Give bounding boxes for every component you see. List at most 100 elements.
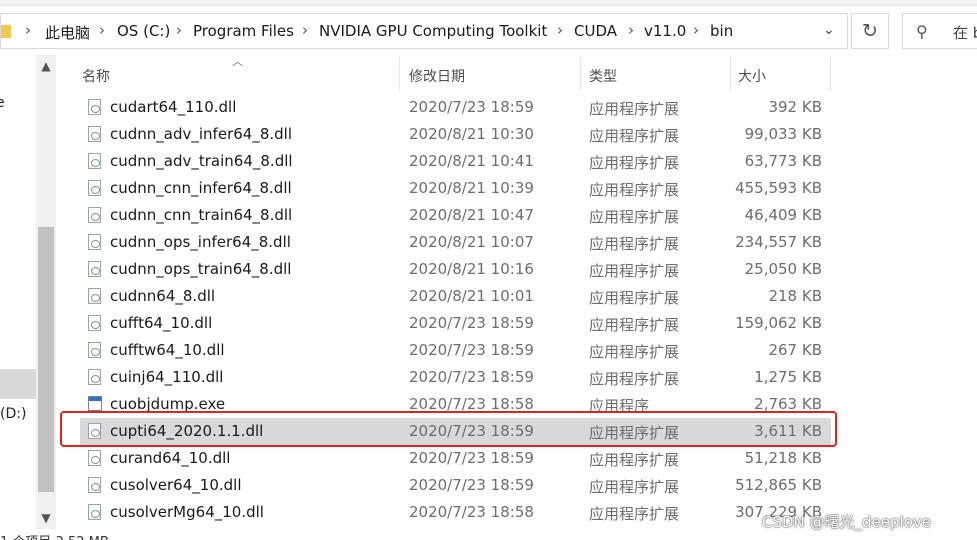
file-type: 应用程序扩展 [589,208,680,226]
file-row[interactable]: cudnn_cnn_train64_8.dll 2020/8/21 10:47 应用… [80,202,831,229]
nav-item-drive-d[interactable]: (D:) [0,406,26,422]
file-name: cufftw64_10.dll [110,341,225,359]
nav-item-selected[interactable] [0,369,36,399]
file-row[interactable]: cuinj64_110.dll 2020/7/23 18:59 应用程序扩展 1,27… [80,364,831,391]
nav-item-partial[interactable]: e [0,95,5,111]
file-date: 2020/8/21 10:07 [409,233,534,251]
file-row[interactable]: cudnn_adv_train64_8.dll 2020/8/21 10:41 应用… [80,148,831,175]
file-size: 25,050 KB [744,260,822,278]
file-size: 218 KB [768,287,822,305]
column-label: 大小 [738,69,766,85]
file-row[interactable]: cudnn64_8.dll 2020/8/21 10:01 应用程序扩展 218 KB [80,283,831,310]
breadcrumb-v11[interactable]: v11.0 [644,22,686,40]
file-name: cudnn_cnn_train64_8.dll [110,206,293,224]
column-header-type[interactable]: 类型 [581,57,731,91]
file-name: curand64_10.dll [110,449,231,467]
file-type: 应用程序扩展 [589,343,680,361]
dll-file-icon [88,180,101,196]
file-type: 应用程序扩展 [589,289,680,307]
file-row[interactable]: cusolverMg64_10.dll 2020/7/23 18:58 应用程序扩展… [80,499,831,526]
file-row[interactable]: curand64_10.dll 2020/7/23 18:59 应用程序扩展 51,2… [80,445,831,472]
chevron-right-icon[interactable]: › [176,21,182,39]
file-type: 应用程序扩展 [589,181,680,199]
chevron-right-icon[interactable]: › [25,21,31,39]
file-type: 应用程序扩展 [589,505,680,523]
file-name: cudart64_110.dll [110,98,237,116]
file-date: 2020/8/21 10:16 [409,260,534,278]
dll-file-icon [88,504,101,520]
file-size: 1,275 KB [754,368,822,386]
file-size: 455,593 KB [735,179,822,197]
dll-file-icon [88,477,101,493]
file-row[interactable]: cufftw64_10.dll 2020/7/23 18:59 应用程序扩展 267 … [80,337,831,364]
folder-icon [1,25,11,38]
breadcrumb-program-files[interactable]: Program Files [193,22,294,40]
file-name: cudnn_cnn_infer64_8.dll [110,179,292,197]
chevron-down-icon[interactable]: ⌄ [823,22,835,38]
breadcrumb-this-pc[interactable]: 此电脑 [45,22,90,43]
file-type: 应用程序扩展 [589,316,680,334]
chevron-right-icon[interactable]: › [557,21,563,39]
column-label: 类型 [589,69,617,85]
file-date: 2020/8/21 10:30 [409,125,534,143]
chevron-right-icon[interactable]: › [693,21,699,39]
file-date: 2020/7/23 18:58 [409,503,534,521]
file-row[interactable]: cufft64_10.dll 2020/7/23 18:59 应用程序扩展 159,0… [80,310,831,337]
watermark: CSDN @曙光_deeplove [762,513,931,531]
navigation-pane[interactable]: e (D:) [0,55,36,540]
nav-scrollbar[interactable]: ▲ ▼ [36,55,56,529]
chevron-right-icon[interactable]: › [99,21,105,39]
file-row[interactable]: cudnn_cnn_infer64_8.dll 2020/8/21 10:39 应用… [80,175,831,202]
column-header-date[interactable]: 修改日期 [400,57,581,91]
file-name: cufft64_10.dll [110,314,213,332]
file-type: 应用程序扩展 [589,127,680,145]
file-row[interactable]: cusolver64_10.dll 2020/7/23 18:59 应用程序扩展 51… [80,472,831,499]
dll-file-icon [88,450,101,466]
file-size: 267 KB [768,341,822,359]
dll-file-icon [88,288,101,304]
file-date: 2020/8/21 10:01 [409,287,534,305]
refresh-button[interactable]: ↻ [851,13,889,49]
column-header-name[interactable]: 名称 [82,57,400,91]
chevron-right-icon[interactable]: › [628,21,634,39]
scroll-down-icon[interactable]: ▼ [36,511,56,525]
breadcrumb-cuda[interactable]: CUDA [574,22,617,40]
file-row[interactable]: cudnn_ops_train64_8.dll 2020/8/21 10:16 应用… [80,256,831,283]
search-icon: ⚲ [916,22,928,41]
search-placeholder: 在 bi [953,24,977,42]
breadcrumb-os-c[interactable]: OS (C:) [117,22,170,40]
file-name: cudnn_ops_train64_8.dll [110,260,292,278]
file-name: cudnn_ops_infer64_8.dll [110,233,291,251]
refresh-icon: ↻ [862,20,878,42]
file-type: 应用程序扩展 [589,262,680,280]
scroll-up-icon[interactable]: ▲ [36,59,56,73]
file-type: 应用程序扩展 [589,235,680,253]
file-date: 2020/7/23 18:59 [409,98,534,116]
file-date: 2020/7/23 18:59 [409,341,534,359]
file-name: cuinj64_110.dll [110,368,224,386]
chevron-right-icon[interactable]: › [302,21,308,39]
breadcrumb-bin[interactable]: bin [710,22,733,40]
dll-file-icon [88,315,101,331]
search-input[interactable]: ⚲ 在 bi [902,13,977,49]
file-row[interactable]: cudnn_adv_infer64_8.dll 2020/8/21 10:30 应用… [80,121,831,148]
column-label: 名称 [82,69,110,85]
status-bar: 1 个项目 3.52 MB [0,531,109,540]
breadcrumb-nvidia-toolkit[interactable]: NVIDIA GPU Computing Toolkit [319,22,547,40]
dll-file-icon [88,99,101,115]
file-size: 46,409 KB [744,206,822,224]
ribbon-edge [0,0,977,6]
dll-file-icon [88,234,101,250]
dll-file-icon [88,207,101,223]
scroll-thumb[interactable] [38,227,54,492]
file-row[interactable]: cudart64_110.dll 2020/7/23 18:59 应用程序扩展 392… [80,94,831,121]
address-bar[interactable]: › 此电脑 › OS (C:) › Program Files › NVIDIA… [0,13,848,49]
exe-file-icon [88,396,102,411]
dll-file-icon [88,369,101,385]
file-size: 63,773 KB [744,152,822,170]
file-date: 2020/8/21 10:41 [409,152,534,170]
file-size: 512,865 KB [735,476,822,494]
column-header-size[interactable]: 大小 [731,57,831,91]
file-row[interactable]: cudnn_ops_infer64_8.dll 2020/8/21 10:07 应用… [80,229,831,256]
column-label: 修改日期 [409,69,465,85]
